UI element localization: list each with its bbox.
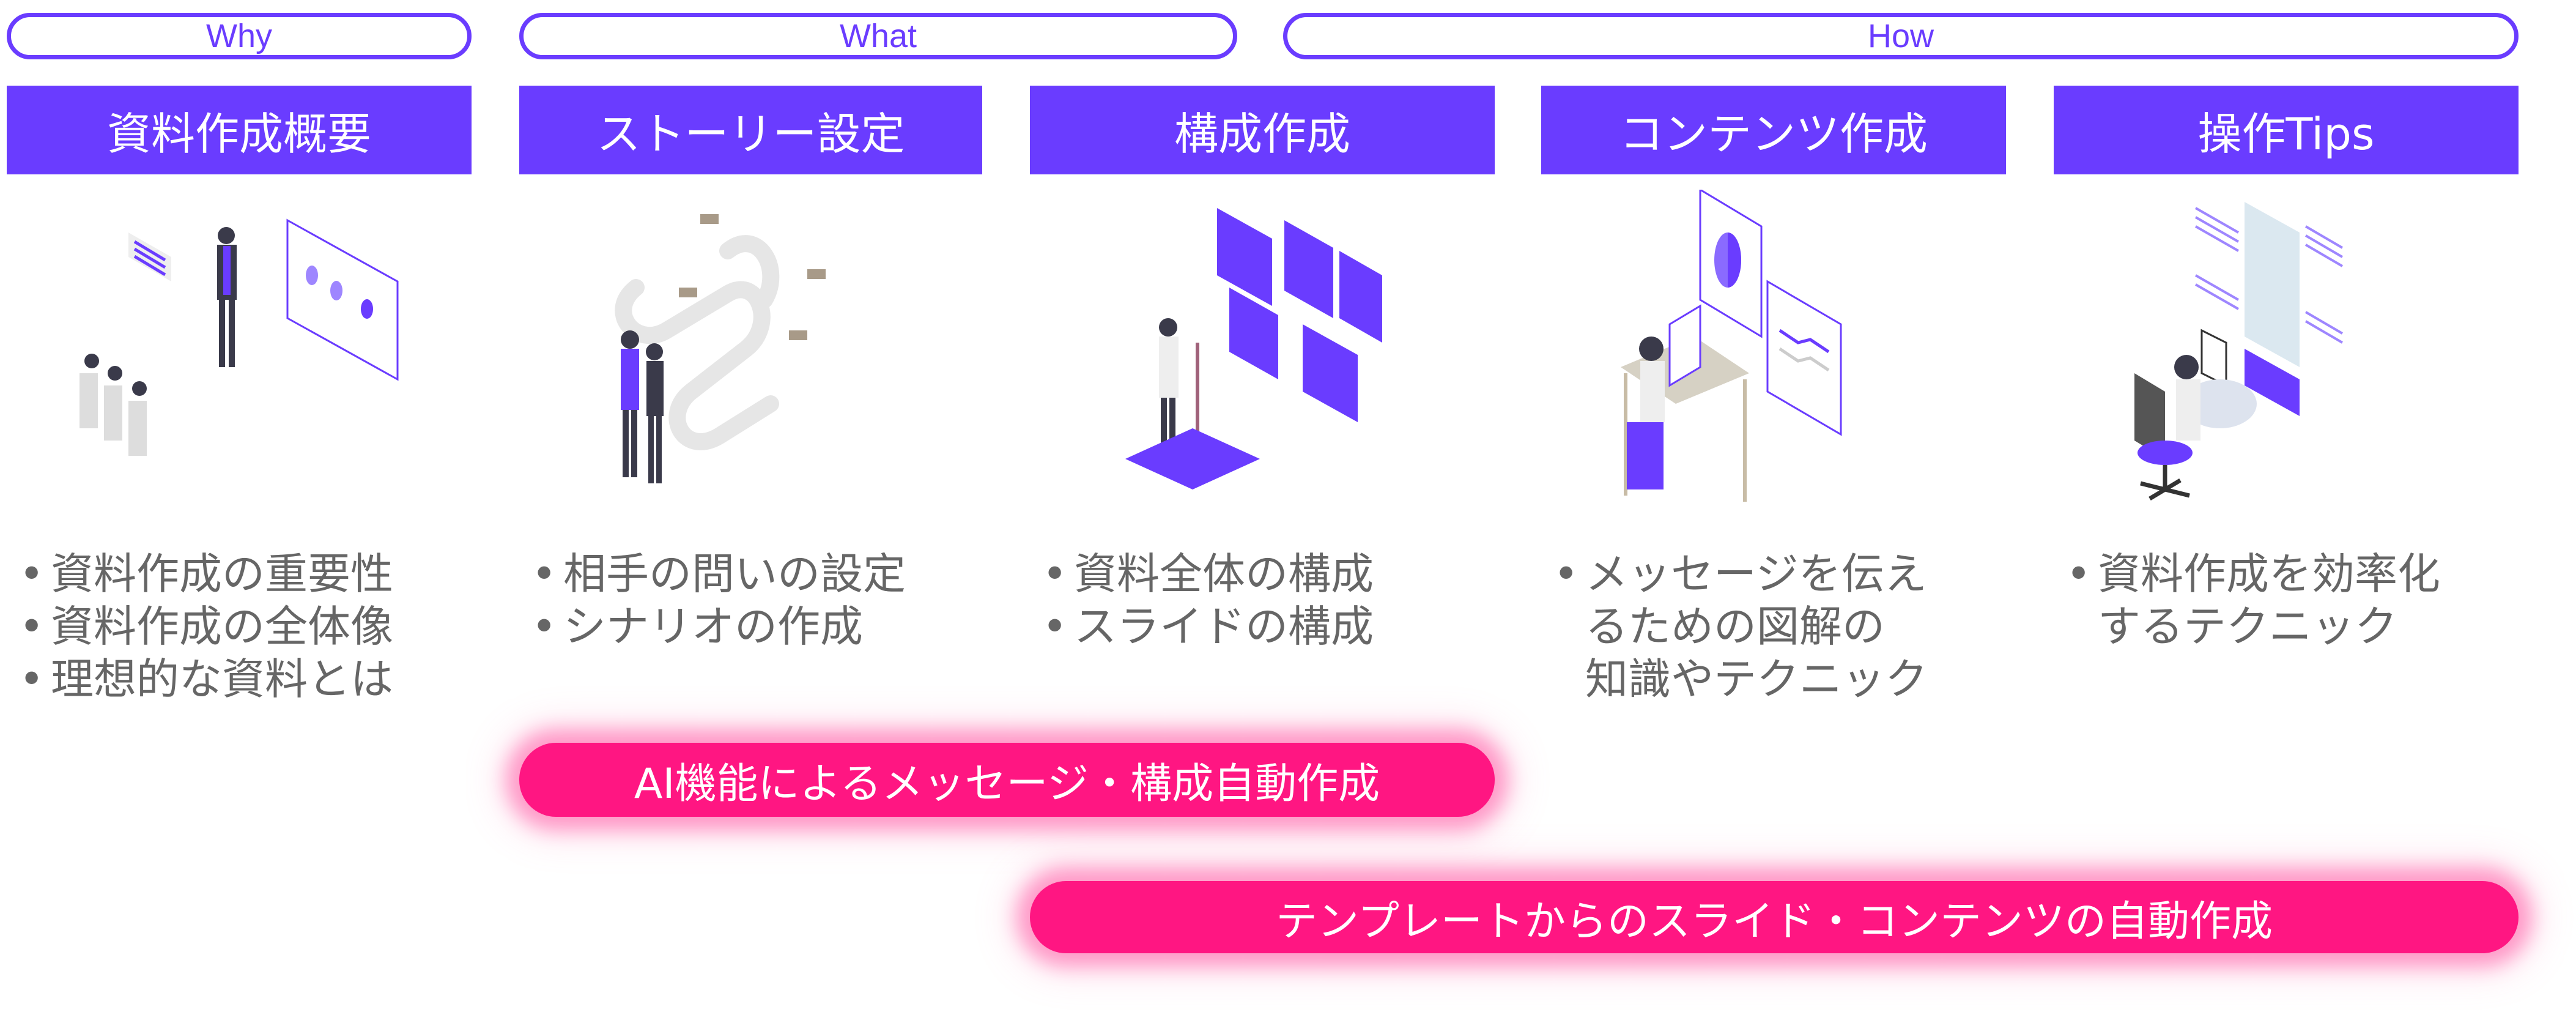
column-header-overview: 資料作成概要 [7,86,472,174]
bullet-item: 資料作成の重要性 [7,548,393,600]
column-bullets-overview: 資料作成の重要性 資料作成の全体像 理想的な資料とは [7,548,393,705]
column-title: 資料作成概要 [106,108,371,160]
bullet-item-continuation: 知識やテクニック [1585,654,1928,704]
bullet-item: 資料作成の全体像 [7,600,393,653]
phase-what: What [519,13,1237,59]
bullet-item: 相手の問いの設定 [519,548,906,600]
bullet-item: メッセージを伝え [1541,548,1928,600]
column-title: ストーリー設定 [596,108,905,160]
column-header-structure: 構成作成 [1030,86,1495,174]
phase-why-label: Why [206,18,272,54]
phase-how-label: How [1867,18,1934,54]
phase-what-label: What [839,18,917,54]
column-header-content: コンテンツ作成 [1541,86,2006,174]
bullet-item: シナリオの作成 [519,600,906,653]
feature-label: AI機能によるメッセージ・構成自動作成 [634,760,1380,808]
feature-template-auto-content: テンプレートからのスライド・コンテンツの自動作成 [1030,881,2519,953]
bullet-item-continuation: するテクニック [2098,601,2397,652]
phase-how: How [1283,13,2519,59]
office-chair-workstation-icon [2122,190,2477,514]
bullet-item: 資料作成を効率化 [2054,548,2440,600]
column-title: コンテンツ作成 [1619,108,1928,160]
column-header-tips: 操作Tips [2054,86,2519,174]
bullet-item: 資料全体の構成 [1030,548,1374,600]
column-header-story: ストーリー設定 [519,86,982,174]
bullet-item: 理想的な資料とは [7,653,393,705]
feature-ai-auto-structure: AI機能によるメッセージ・構成自動作成 [519,743,1495,817]
bullet-item-continuation: るための図解の [1585,601,1885,652]
bullet-item: スライドの構成 [1030,600,1374,653]
column-title: 構成作成 [1174,108,1350,160]
column-title: 操作Tips [2197,108,2375,160]
desk-charts-analysis-icon [1602,188,1957,514]
column-bullets-tips: 資料作成を効率化 するテクニック [2054,548,2440,653]
presentation-audience-icon [67,190,422,514]
slide-boards-planning-icon [1089,190,1443,514]
feature-label: テンプレートからのスライド・コンテンツの自動作成 [1276,897,2273,946]
column-bullets-content: メッセージを伝え るための図解の 知識やテクニック [1541,548,1928,705]
column-bullets-structure: 資料全体の構成 スライドの構成 [1030,548,1374,653]
phase-why: Why [7,13,472,59]
column-bullets-story: 相手の問いの設定 シナリオの作成 [519,548,906,653]
winding-road-signpost-icon [569,190,923,514]
